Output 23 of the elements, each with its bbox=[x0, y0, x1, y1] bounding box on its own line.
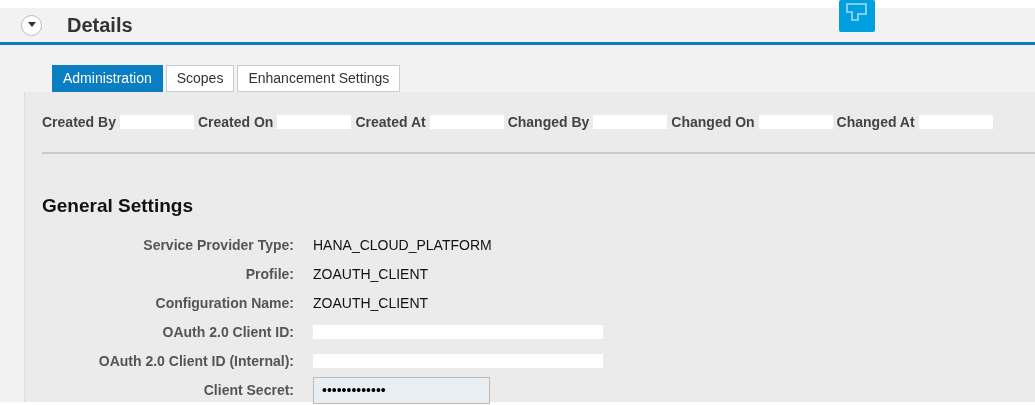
field-label: Changed On bbox=[671, 112, 755, 132]
password-field[interactable]: ••••••••••••• bbox=[313, 376, 490, 404]
field-label: Created On bbox=[197, 112, 274, 132]
tab[interactable]: Administration bbox=[52, 65, 163, 92]
field-label: Created At bbox=[355, 112, 426, 132]
field-label: Profile: bbox=[244, 264, 294, 284]
field-value: ZOAUTH_CLIENT bbox=[313, 266, 429, 282]
section-heading: General Settings bbox=[42, 194, 194, 218]
field-label: Changed By bbox=[507, 112, 590, 132]
tab[interactable]: Enhancement Settings bbox=[237, 65, 401, 92]
field-label: OAuth 2.0 Client ID (Internal): bbox=[97, 351, 294, 371]
field-label: Changed At bbox=[836, 112, 915, 132]
field-label: Service Provider Type: bbox=[142, 235, 294, 255]
field-label: Client Secret: bbox=[202, 380, 294, 400]
tab[interactable]: Scopes bbox=[165, 65, 235, 92]
field-label: Created By bbox=[42, 112, 116, 132]
caret-icon bbox=[27, 22, 36, 28]
field-label: Configuration Name: bbox=[154, 293, 294, 313]
field-value: ZOAUTH_CLIENT bbox=[313, 295, 429, 311]
collapse-toggle[interactable] bbox=[21, 14, 42, 36]
section-title: Details bbox=[67, 13, 133, 38]
field-value: HANA_CLOUD_PLATFORM bbox=[313, 237, 492, 253]
field-label: OAuth 2.0 Client ID: bbox=[161, 322, 294, 342]
